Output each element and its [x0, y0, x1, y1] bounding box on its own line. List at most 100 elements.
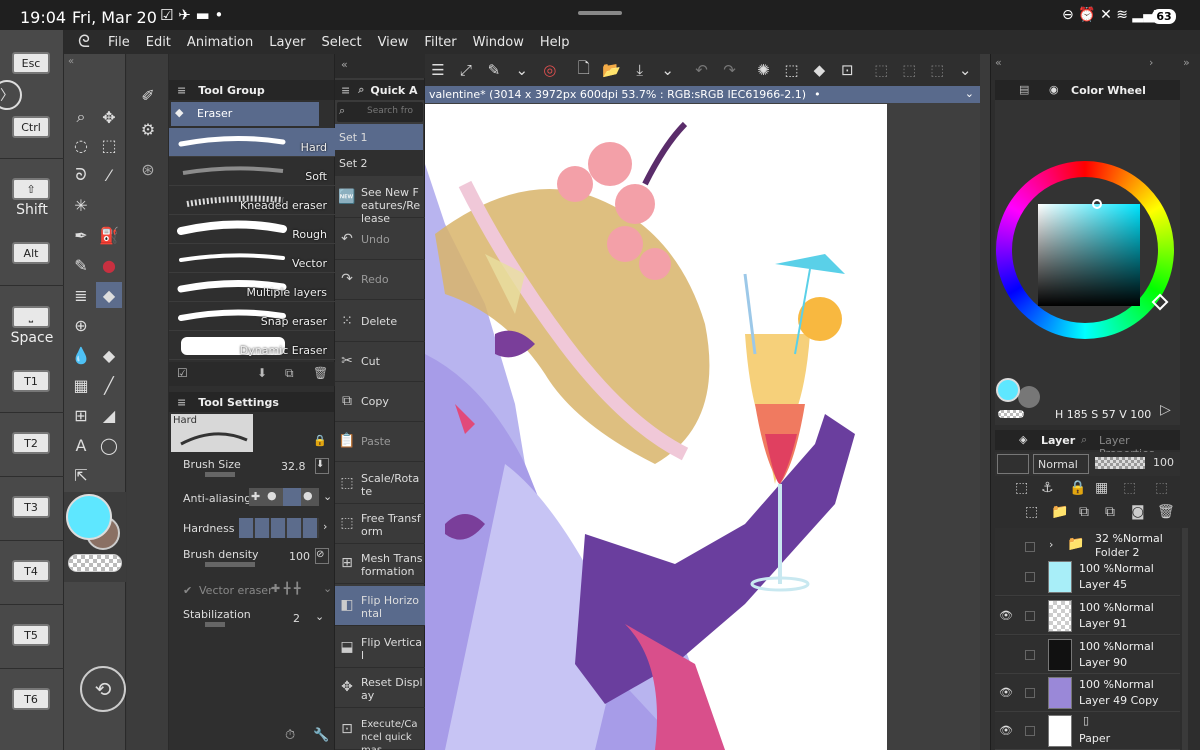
invert-selection-icon[interactable]: ⬚	[896, 57, 922, 83]
folder-expand-icon[interactable]: ›	[1049, 538, 1053, 551]
opacity-slider[interactable]	[1095, 457, 1145, 469]
zoom-icon[interactable]: ⌕	[68, 104, 94, 130]
brush-kneaded[interactable]: Kneaded eraser	[169, 186, 335, 215]
drag-handle[interactable]	[578, 11, 622, 15]
mask-icon[interactable]: ⬚	[1123, 480, 1136, 496]
menu-layer[interactable]: Layer	[269, 35, 305, 50]
clear-icon[interactable]: ⬚	[778, 57, 804, 83]
space-key[interactable]: ⎵	[12, 306, 50, 328]
ruler-icon[interactable]: ◢	[96, 402, 122, 428]
copy-subtool-icon[interactable]: ⧉	[285, 366, 294, 381]
current-tool-label[interactable]: Eraser	[171, 102, 319, 126]
density-slider[interactable]	[205, 562, 255, 567]
brush-vector[interactable]: Vector	[169, 244, 335, 273]
text-icon[interactable]: A	[68, 432, 94, 458]
layer-icon[interactable]: ◈	[1019, 433, 1027, 446]
rotate-device-icon[interactable]: ⟲	[80, 666, 126, 712]
color-set-icon[interactable]: ▤	[1019, 83, 1029, 96]
vector-eraser-check[interactable]: ✔	[183, 584, 192, 597]
crop-icon[interactable]: ⊡	[834, 57, 860, 83]
dropdown-icon[interactable]: ⌄	[509, 57, 535, 83]
new-raster-icon[interactable]: ⬚	[1025, 504, 1038, 520]
s-value[interactable]: 57	[1102, 408, 1116, 421]
airbrush-icon[interactable]: ⛽	[96, 222, 122, 248]
more-dropdown-icon[interactable]: ⌄	[952, 57, 978, 83]
redo-icon[interactable]: ↷	[717, 57, 743, 83]
selection-edit-icon[interactable]: ⬚	[924, 57, 950, 83]
color-wheel-icon[interactable]: ◉	[1049, 83, 1059, 96]
collapse-right-icon-2[interactable]: »	[1183, 56, 1190, 69]
lock-icon[interactable]: 🔒	[313, 434, 327, 447]
quick-item-redo[interactable]: ↷ Redo	[335, 260, 425, 300]
alt-key[interactable]: Alt	[12, 242, 50, 264]
sparkle-icon[interactable]: ✳	[68, 192, 94, 218]
lock-transparency-icon[interactable]: ▦	[1095, 480, 1108, 496]
eye-icon[interactable]: 👁	[999, 609, 1013, 623]
quick-item-free-transform[interactable]: ⬚ Free Transform	[335, 504, 425, 544]
quick-item-cut[interactable]: ✂ Cut	[335, 342, 425, 382]
menu-window[interactable]: Window	[473, 35, 524, 50]
subtool-options-icon[interactable]: ☑	[177, 366, 188, 380]
t3-key[interactable]: T3	[12, 496, 50, 518]
set-2-tab[interactable]: Set 2	[335, 150, 423, 176]
undo-icon[interactable]: ↶	[689, 57, 715, 83]
brush-size-dropdown-icon[interactable]: ⬇	[315, 458, 329, 474]
fit-icon[interactable]: ⤢	[453, 57, 479, 83]
lock-layer-icon[interactable]: 🔒	[1069, 480, 1086, 496]
pen-icon[interactable]: ✒	[68, 222, 94, 248]
stabilization-slider[interactable]	[205, 622, 225, 627]
lasso-select-icon[interactable]: ◌	[68, 132, 94, 158]
brush-size-value[interactable]: 32.8	[281, 460, 306, 473]
mask-off-icon[interactable]: ⬚	[1155, 480, 1168, 496]
fill-icon[interactable]: ◆	[96, 342, 122, 368]
gradient-icon[interactable]: ▦	[68, 372, 94, 398]
new-folder-icon[interactable]: 📁	[1051, 504, 1068, 520]
density-pressure-icon[interactable]: ⊘	[315, 548, 329, 564]
density-value[interactable]: 100	[289, 550, 310, 563]
canvas-artwork[interactable]	[425, 104, 887, 750]
settings-slider-icon[interactable]: ⚙	[133, 116, 163, 142]
move-icon[interactable]: ✥	[96, 104, 122, 130]
wheel-main-color[interactable]	[996, 378, 1020, 402]
hardness-selector[interactable]	[239, 518, 319, 538]
layer-scrollbar[interactable]	[1182, 528, 1188, 750]
layer-row[interactable]: 👁 ▯ Paper	[995, 712, 1180, 750]
edit-icon[interactable]: ✎	[481, 57, 507, 83]
copy-layer-icon[interactable]: ⧉	[1079, 504, 1089, 520]
fill-bucket-icon[interactable]: ◆	[806, 57, 832, 83]
ref-layer-icon[interactable]: ⚓	[1041, 480, 1054, 496]
quick-item-delete[interactable]: ⁙ Delete	[335, 302, 425, 342]
save-dropdown-icon[interactable]: ⌄	[655, 57, 681, 83]
collapse-right-icon[interactable]: «	[995, 56, 1002, 69]
eyedropper-icon[interactable]: ⁄	[96, 162, 122, 188]
object-icon[interactable]: ⬚	[96, 132, 122, 158]
cloud-icon[interactable]: ◎	[537, 57, 563, 83]
quick-item-paste[interactable]: 📋 Paste	[335, 422, 425, 462]
trash-icon[interactable]: 🗑	[313, 366, 328, 380]
quick-item-scale-rotate[interactable]: ⬚ Scale/Rotate	[335, 464, 425, 504]
menu-file[interactable]: File	[108, 35, 130, 50]
layer-check[interactable]	[1025, 572, 1035, 582]
download-icon[interactable]: ⬇	[257, 366, 267, 380]
antialias-dropdown-icon[interactable]: ⌄	[323, 490, 332, 503]
menu-edit[interactable]: Edit	[146, 35, 171, 50]
brush-snap[interactable]: Snap eraser	[169, 302, 335, 331]
shift-key[interactable]: ⇧	[12, 178, 50, 200]
menu-icon[interactable]: ☰	[425, 57, 451, 83]
frame-icon[interactable]: ⊞	[68, 402, 94, 428]
correct-line-icon[interactable]: ⇱	[68, 462, 94, 488]
ctrl-key[interactable]: Ctrl	[12, 116, 50, 138]
stabilization-value[interactable]: 2	[293, 612, 300, 625]
color-mode-icon[interactable]: ▷	[1160, 402, 1171, 418]
navigator-icon[interactable]: ⊛	[133, 156, 163, 182]
t4-key[interactable]: T4	[12, 560, 50, 582]
quick-item-copy[interactable]: ⧉ Copy	[335, 382, 425, 422]
set-1-tab[interactable]: Set 1	[335, 124, 423, 150]
eye-icon[interactable]: 👁	[999, 724, 1013, 738]
layer-title[interactable]: Layer	[1041, 434, 1075, 447]
opacity-value[interactable]: 100	[1153, 456, 1174, 469]
line-icon[interactable]: ╱	[96, 372, 122, 398]
layer-row[interactable]: 👁 100 %Normal Layer 49 Copy	[995, 674, 1180, 712]
grid-icon[interactable]: ⊕	[68, 312, 94, 338]
transparent-swatch[interactable]	[68, 554, 122, 572]
